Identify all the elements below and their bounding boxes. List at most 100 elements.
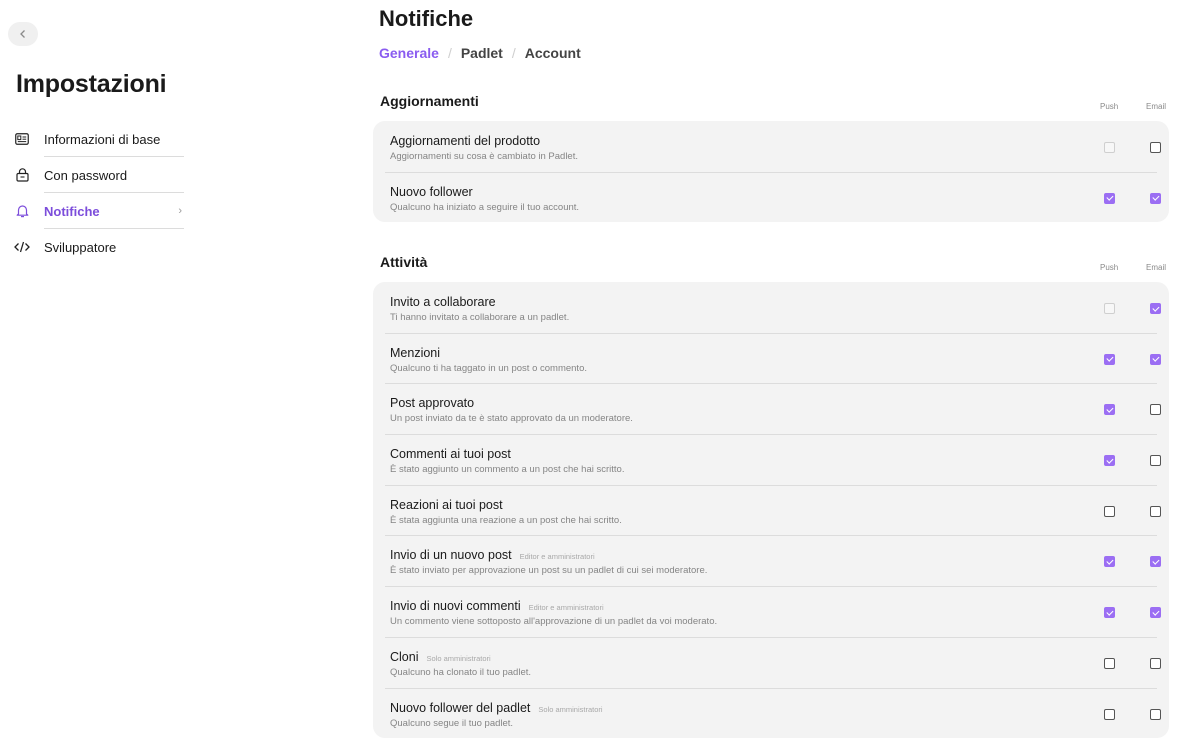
lock-icon [14, 167, 30, 183]
notification-title-line: Reazioni ai tuoi post [390, 498, 503, 512]
push-column-label: Push [1100, 102, 1118, 111]
tab-general[interactable]: Generale [379, 45, 439, 61]
push-checkbox[interactable] [1104, 193, 1115, 204]
push-checkbox[interactable] [1104, 709, 1115, 720]
chevron-left-icon [19, 29, 27, 39]
notification-title: Invio di un nuovo post [390, 548, 512, 562]
notification-description: Un commento viene sottoposto all'approva… [390, 616, 717, 627]
sidebar-item-label: Notifiche [44, 204, 100, 219]
notification-row: Reazioni ai tuoi post È stata aggiunta un… [373, 485, 1169, 536]
push-checkbox [1104, 303, 1115, 314]
notification-title-line: Nuovo follower [390, 185, 473, 199]
notification-row: Commenti ai tuoi post È stato aggiunto un… [373, 434, 1169, 485]
push-checkbox[interactable] [1104, 658, 1115, 669]
email-checkbox[interactable] [1150, 142, 1161, 153]
sidebar-item-developer[interactable]: Sviluppatore [14, 229, 184, 265]
tab-padlet[interactable]: Padlet [461, 45, 503, 61]
notification-title: Invito a collaborare [390, 295, 496, 309]
role-tag: Editor e amministratori [529, 603, 604, 612]
notification-title: Invio di nuovi commenti [390, 599, 521, 613]
email-checkbox[interactable] [1150, 193, 1161, 204]
sidebar-item-notifications[interactable]: Notifiche › [14, 193, 184, 229]
role-tag: Solo amministratori [538, 705, 602, 714]
notification-description: Qualcuno ti ha taggato in un post o comm… [390, 363, 587, 374]
notification-title: Menzioni [390, 346, 440, 360]
push-checkbox[interactable] [1104, 354, 1115, 365]
sidebar-item-basic-info[interactable]: Informazioni di base [14, 121, 184, 157]
notification-title-line: Nuovo follower del padlet Solo amministra… [390, 701, 603, 715]
sidebar-item-label: Sviluppatore [44, 240, 116, 255]
push-checkbox[interactable] [1104, 455, 1115, 466]
notification-description: Ti hanno invitato a collaborare a un pad… [390, 312, 569, 323]
push-column-label: Push [1100, 263, 1118, 272]
notification-description: È stato aggiunto un commento a un post c… [390, 464, 624, 475]
email-checkbox[interactable] [1150, 404, 1161, 415]
tab-separator: / [512, 45, 516, 61]
email-checkbox[interactable] [1150, 455, 1161, 466]
section-title: Attività [380, 254, 427, 270]
settings-card: Invito a collaborare Ti hanno invitato a … [373, 282, 1169, 738]
id-card-icon [14, 131, 30, 147]
notification-row: Invio di un nuovo post Editor e amministr… [373, 535, 1169, 586]
notification-row: Nuovo follower del padlet Solo amministra… [373, 688, 1169, 738]
notification-description: È stato inviato per approvazione un post… [390, 565, 707, 576]
code-icon [14, 239, 30, 255]
email-checkbox[interactable] [1150, 506, 1161, 517]
notification-row: Menzioni Qualcuno ti ha taggato in un pos… [373, 333, 1169, 384]
notification-title-line: Commenti ai tuoi post [390, 447, 511, 461]
notification-title: Commenti ai tuoi post [390, 447, 511, 461]
notification-description: Qualcuno ha iniziato a seguire il tuo ac… [390, 202, 579, 213]
chevron-right-icon: › [178, 205, 182, 217]
section-header: Aggiornamenti Push Email [379, 93, 1169, 113]
notification-description: Qualcuno ha clonato il tuo padlet. [390, 667, 531, 678]
tab-separator: / [448, 45, 452, 61]
page-title: Notifiche [379, 6, 473, 32]
email-column-label: Email [1146, 102, 1166, 111]
notification-description: Qualcuno segue il tuo padlet. [390, 718, 513, 729]
notification-title: Cloni [390, 650, 419, 664]
push-checkbox[interactable] [1104, 404, 1115, 415]
push-checkbox[interactable] [1104, 607, 1115, 618]
push-checkbox[interactable] [1104, 506, 1115, 517]
email-column-label: Email [1146, 263, 1166, 272]
settings-title: Impostazioni [16, 70, 166, 99]
notification-title-line: Invio di un nuovo post Editor e amministr… [390, 548, 595, 562]
sidebar-item-password[interactable]: Con password [14, 157, 184, 193]
sidebar-item-label: Informazioni di base [44, 132, 160, 147]
notification-title-line: CloniSolo amministratori [390, 650, 491, 664]
notification-title-line: Aggiornamenti del prodotto [390, 134, 540, 148]
notification-tabs: Generale / Padlet / Account [379, 45, 581, 61]
notification-row: Aggiornamenti del prodotto Aggiornamenti … [373, 121, 1169, 172]
section-title: Aggiornamenti [380, 93, 479, 109]
notification-title: Reazioni ai tuoi post [390, 498, 503, 512]
push-checkbox[interactable] [1104, 556, 1115, 567]
notification-row: Post approvato Un post inviato da te è st… [373, 383, 1169, 434]
notification-title: Nuovo follower [390, 185, 473, 199]
notification-title-line: Invito a collaborare [390, 295, 496, 309]
email-checkbox[interactable] [1150, 556, 1161, 567]
bell-icon [14, 203, 30, 219]
settings-card: Aggiornamenti del prodotto Aggiornamenti … [373, 121, 1169, 222]
email-checkbox[interactable] [1150, 607, 1161, 618]
notification-description: Un post inviato da te è stato approvato … [390, 413, 633, 424]
notification-title: Post approvato [390, 396, 474, 410]
notification-row: Nuovo follower Qualcuno ha iniziato a seg… [373, 172, 1169, 223]
notification-description: Aggiornamenti su cosa è cambiato in Padl… [390, 151, 578, 162]
role-tag: Editor e amministratori [520, 552, 595, 561]
email-checkbox[interactable] [1150, 303, 1161, 314]
tab-account[interactable]: Account [525, 45, 581, 61]
sidebar-item-label: Con password [44, 168, 127, 183]
email-checkbox[interactable] [1150, 658, 1161, 669]
notification-description: È stata aggiunta una reazione a un post … [390, 515, 622, 526]
notification-row: Invito a collaborare Ti hanno invitato a … [373, 282, 1169, 333]
section-header: Attività Push Email [379, 254, 1169, 274]
notification-title-line: Menzioni [390, 346, 440, 360]
back-button[interactable] [8, 22, 38, 46]
email-checkbox[interactable] [1150, 354, 1161, 365]
notification-title-line: Invio di nuovi commenti Editor e amminist… [390, 599, 604, 613]
notification-row: Invio di nuovi commenti Editor e amminist… [373, 586, 1169, 637]
notification-title: Nuovo follower del padlet [390, 701, 530, 715]
settings-nav: Informazioni di base Con password Notifi… [14, 121, 184, 265]
email-checkbox[interactable] [1150, 709, 1161, 720]
push-checkbox [1104, 142, 1115, 153]
